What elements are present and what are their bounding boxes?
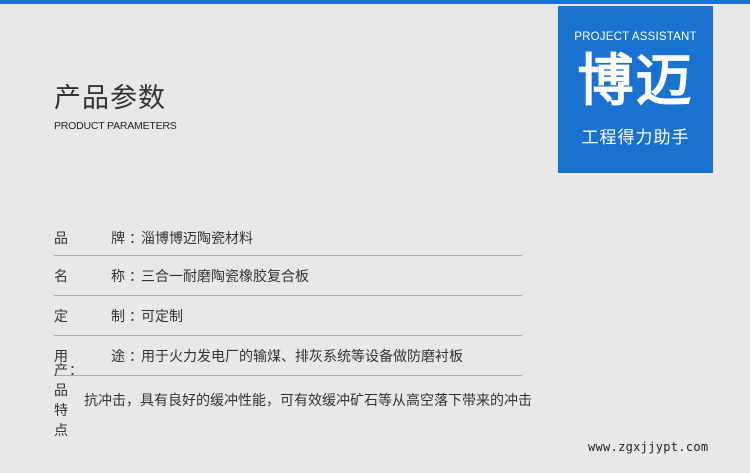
- spec-label-char: 制: [111, 309, 125, 325]
- section-title-cn: 产品参数: [54, 83, 166, 114]
- section-title-en: PRODUCT PARAMETERS: [54, 120, 177, 132]
- logo-brand-name: 博迈: [577, 49, 694, 114]
- spec-list: 品 牌 ： 淄博博迈陶瓷材料 名 称 ： 三合一耐磨陶瓷橡胶复合板 定 制 ： …: [54, 220, 532, 439]
- spec-row-features: 产品特点： 抗冲击，具有良好的缓冲性能，可有效缓冲矿石等从高空落下带来的冲击: [54, 363, 532, 439]
- spec-row-usage: 用 途 ： 用于火力发电厂的输煤、排灰系统等设备做防磨衬板: [54, 336, 524, 376]
- spec-label: 品 牌: [54, 228, 129, 248]
- spec-row-custom: 定 制 ： 可定制: [54, 296, 524, 336]
- website-url: www.zgxjjypt.com: [588, 440, 709, 454]
- spec-colon: ：: [129, 349, 143, 365]
- spec-value: 淄博博迈陶瓷材料: [141, 231, 253, 247]
- logo-english-text: PROJECT ASSISTANT: [574, 31, 697, 43]
- spec-label-char: 牌: [111, 231, 125, 247]
- spec-value: 可定制: [141, 309, 183, 325]
- feature-label: 产品特点: [54, 363, 69, 439]
- spec-label-char: 途: [111, 349, 125, 365]
- spec-value: 用于火力发电厂的输煤、排灰系统等设备做防磨衬板: [141, 349, 463, 365]
- spec-value: 抗冲击，具有良好的缓冲性能，可有效缓冲矿石等从高空落下带来的冲击: [84, 393, 532, 409]
- decorative-text-line: [54, 142, 190, 147]
- spec-colon: ：: [129, 269, 143, 285]
- spec-label-char: 称: [111, 269, 125, 285]
- spec-row-brand: 品 牌 ： 淄博博迈陶瓷材料: [54, 220, 524, 256]
- brand-logo: PROJECT ASSISTANT 博迈 工程得力助手: [558, 6, 713, 173]
- spec-value: 三合一耐磨陶瓷橡胶复合板: [141, 269, 309, 285]
- spec-row-name: 名 称 ： 三合一耐磨陶瓷橡胶复合板: [54, 256, 524, 296]
- spec-colon: ：: [129, 309, 143, 325]
- section-header: 产品参数 PRODUCT PARAMETERS: [54, 80, 234, 147]
- spec-label-char: 名: [54, 269, 68, 285]
- spec-label: 定 制: [54, 306, 129, 326]
- spec-label: 名 称: [54, 266, 129, 286]
- spec-label-char: 定: [54, 309, 68, 325]
- spec-colon: ：: [129, 231, 143, 247]
- top-accent-bar: [0, 0, 750, 4]
- decorative-text-line: [54, 136, 234, 141]
- spec-label-char: 品: [54, 231, 68, 247]
- logo-tagline: 工程得力助手: [581, 128, 690, 148]
- spec-label: 产品特点：: [54, 360, 84, 440]
- spec-colon: ：: [69, 363, 84, 379]
